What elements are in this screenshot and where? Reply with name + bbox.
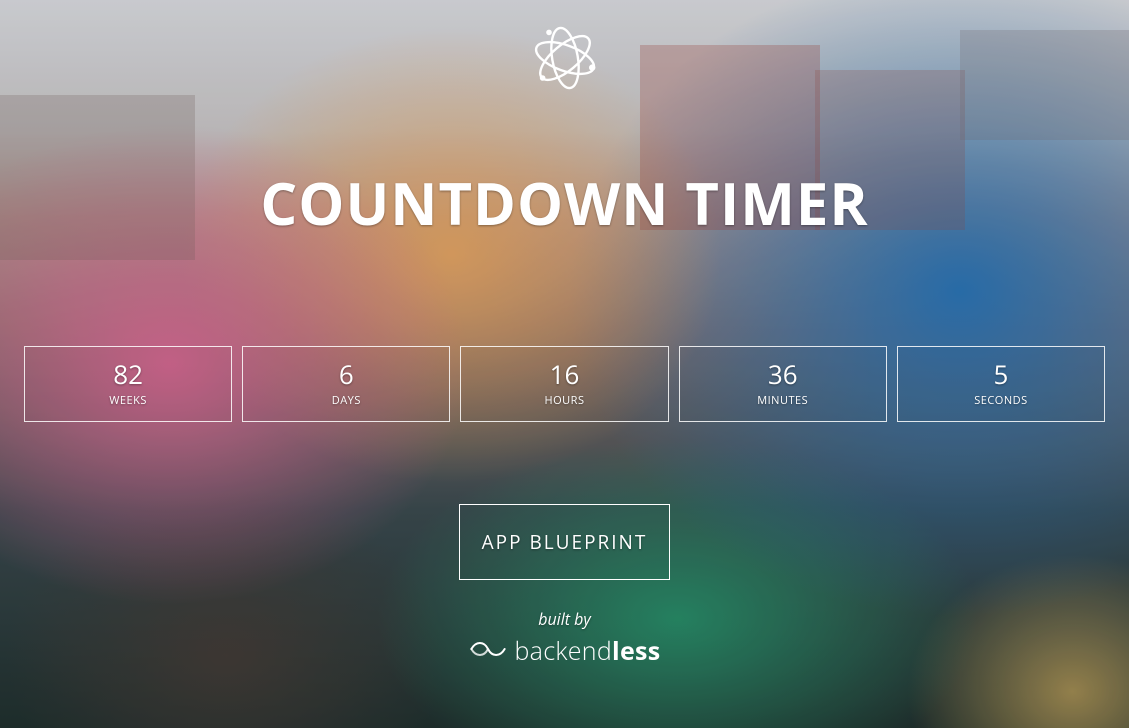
timer-unit-weeks: 82 WEEKS: [24, 346, 232, 422]
page-background: COUNTDOWN TIMER 82 WEEKS 6 DAYS 16 HOURS…: [0, 0, 1129, 728]
timer-unit-hours: 16 HOURS: [460, 346, 668, 422]
built-by-text: built by: [538, 608, 591, 630]
app-blueprint-button[interactable]: APP BLUEPRINT: [459, 504, 671, 580]
page-content: COUNTDOWN TIMER 82 WEEKS 6 DAYS 16 HOURS…: [0, 0, 1129, 728]
timer-label: DAYS: [332, 393, 361, 408]
backendless-wordmark: backendless: [514, 634, 660, 668]
built-by-footer: built by backendless: [468, 608, 660, 668]
backendless-logo: backendless: [468, 634, 660, 668]
timer-label: SECONDS: [974, 393, 1027, 408]
timer-unit-minutes: 36 MINUTES: [679, 346, 887, 422]
infinity-swoosh-icon: [468, 638, 508, 665]
timer-value: 82: [113, 361, 143, 387]
timer-value: 6: [339, 361, 354, 387]
atom-orbit-logo-icon: [525, 18, 605, 103]
timer-label: HOURS: [545, 393, 585, 408]
timer-label: MINUTES: [757, 393, 808, 408]
timer-value: 36: [768, 361, 798, 387]
timer-value: 5: [993, 361, 1008, 387]
page-title: COUNTDOWN TIMER: [260, 163, 868, 242]
countdown-timer: 82 WEEKS 6 DAYS 16 HOURS 36 MINUTES 5 SE…: [0, 346, 1129, 422]
timer-unit-seconds: 5 SECONDS: [897, 346, 1105, 422]
timer-label: WEEKS: [109, 393, 147, 408]
timer-value: 16: [550, 361, 580, 387]
timer-unit-days: 6 DAYS: [242, 346, 450, 422]
